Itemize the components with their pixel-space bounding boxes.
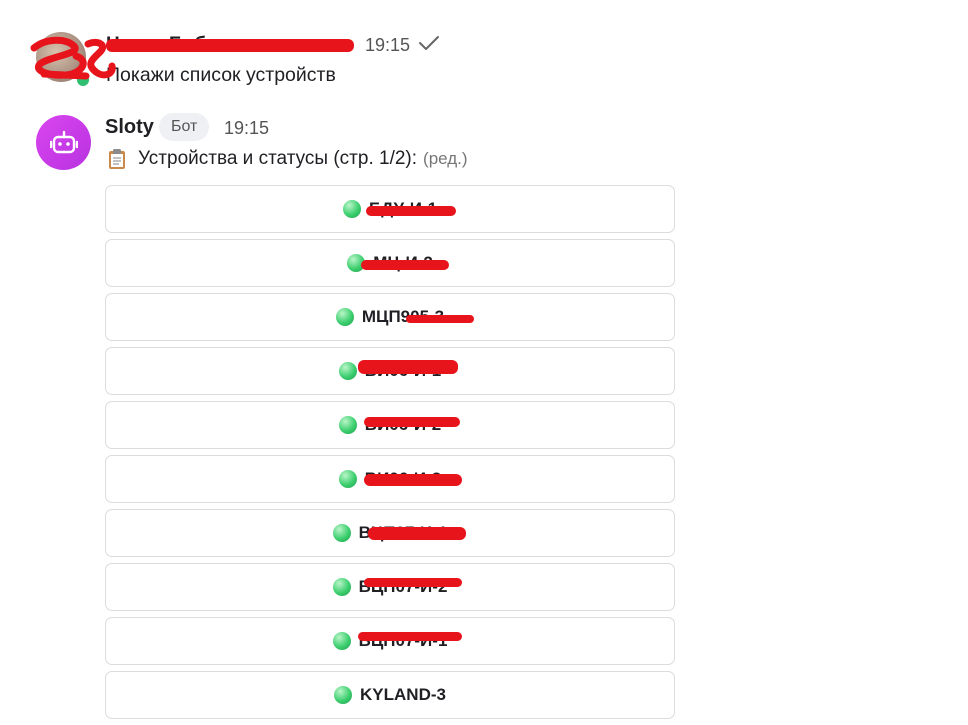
device-button[interactable]: МЦП905-3 bbox=[105, 293, 675, 341]
device-button[interactable]: МЦ-И-2 bbox=[105, 239, 675, 287]
device-label: ВЦП07-И-1 bbox=[358, 631, 448, 650]
edited-label: (ред.) bbox=[423, 149, 468, 168]
status-online-icon bbox=[347, 254, 366, 272]
device-button[interactable]: ВЦП07-И-1 bbox=[105, 509, 675, 557]
device-label: ВЦП07-И-1 bbox=[358, 523, 448, 542]
status-online-icon bbox=[334, 686, 353, 704]
clipboard-icon bbox=[106, 148, 128, 170]
device-button-list: БДУ-И-1 МЦ-И-2 МЦП905-3 ВИ06-И-1 ВИ06-И-… bbox=[105, 185, 675, 725]
device-label: БДУ-И-1 bbox=[368, 199, 438, 218]
device-button[interactable]: KYLAND-3 bbox=[105, 671, 675, 719]
robot-icon bbox=[49, 130, 78, 153]
bot-author-name[interactable]: Sloty bbox=[105, 116, 154, 139]
status-online-icon bbox=[332, 578, 351, 596]
user-message-time: 19:15 bbox=[365, 35, 411, 55]
bot-header-text: Устройства и статусы (стр. 1/2): bbox=[138, 148, 418, 169]
bot-avatar[interactable] bbox=[36, 115, 91, 170]
device-button[interactable]: ВИ06-И-2 bbox=[105, 401, 675, 449]
user-author-name[interactable]: Никия Бобш bbox=[106, 34, 222, 56]
check-icon bbox=[419, 36, 439, 50]
device-button[interactable]: ВЦП07-И-2 bbox=[105, 563, 675, 611]
device-button[interactable]: ВИ06-И-3 bbox=[105, 455, 675, 503]
bot-message-header: Устройства и статусы (стр. 1/2): (ред.) bbox=[106, 148, 468, 170]
device-label: KYLAND-3 bbox=[360, 685, 446, 704]
device-label: ВЦП07-И-2 bbox=[358, 577, 448, 596]
bot-message-time: 19:15 bbox=[224, 118, 270, 138]
device-button[interactable]: ВЦП07-И-1 bbox=[105, 617, 675, 665]
device-button[interactable]: БДУ-И-1 bbox=[105, 185, 675, 233]
status-online-icon bbox=[332, 632, 351, 650]
device-label: МЦП905-3 bbox=[361, 307, 445, 326]
device-button[interactable]: ВИ06-И-1 bbox=[105, 347, 675, 395]
device-label: ВИ06-И-1 bbox=[364, 361, 442, 380]
status-online-icon bbox=[338, 362, 357, 380]
status-online-icon bbox=[338, 470, 357, 488]
status-online-icon bbox=[332, 524, 351, 542]
device-label: ВИ06-И-3 bbox=[364, 469, 442, 488]
status-online-icon bbox=[338, 416, 357, 434]
user-message-text: Покажи список устройств bbox=[106, 64, 336, 86]
status-online-icon bbox=[342, 200, 361, 218]
bot-badge: Бот bbox=[159, 113, 210, 141]
device-label: ВИ06-И-2 bbox=[364, 415, 442, 434]
status-online-icon bbox=[335, 308, 354, 326]
device-label: МЦ-И-2 bbox=[373, 253, 433, 272]
online-status-dot bbox=[75, 72, 91, 88]
